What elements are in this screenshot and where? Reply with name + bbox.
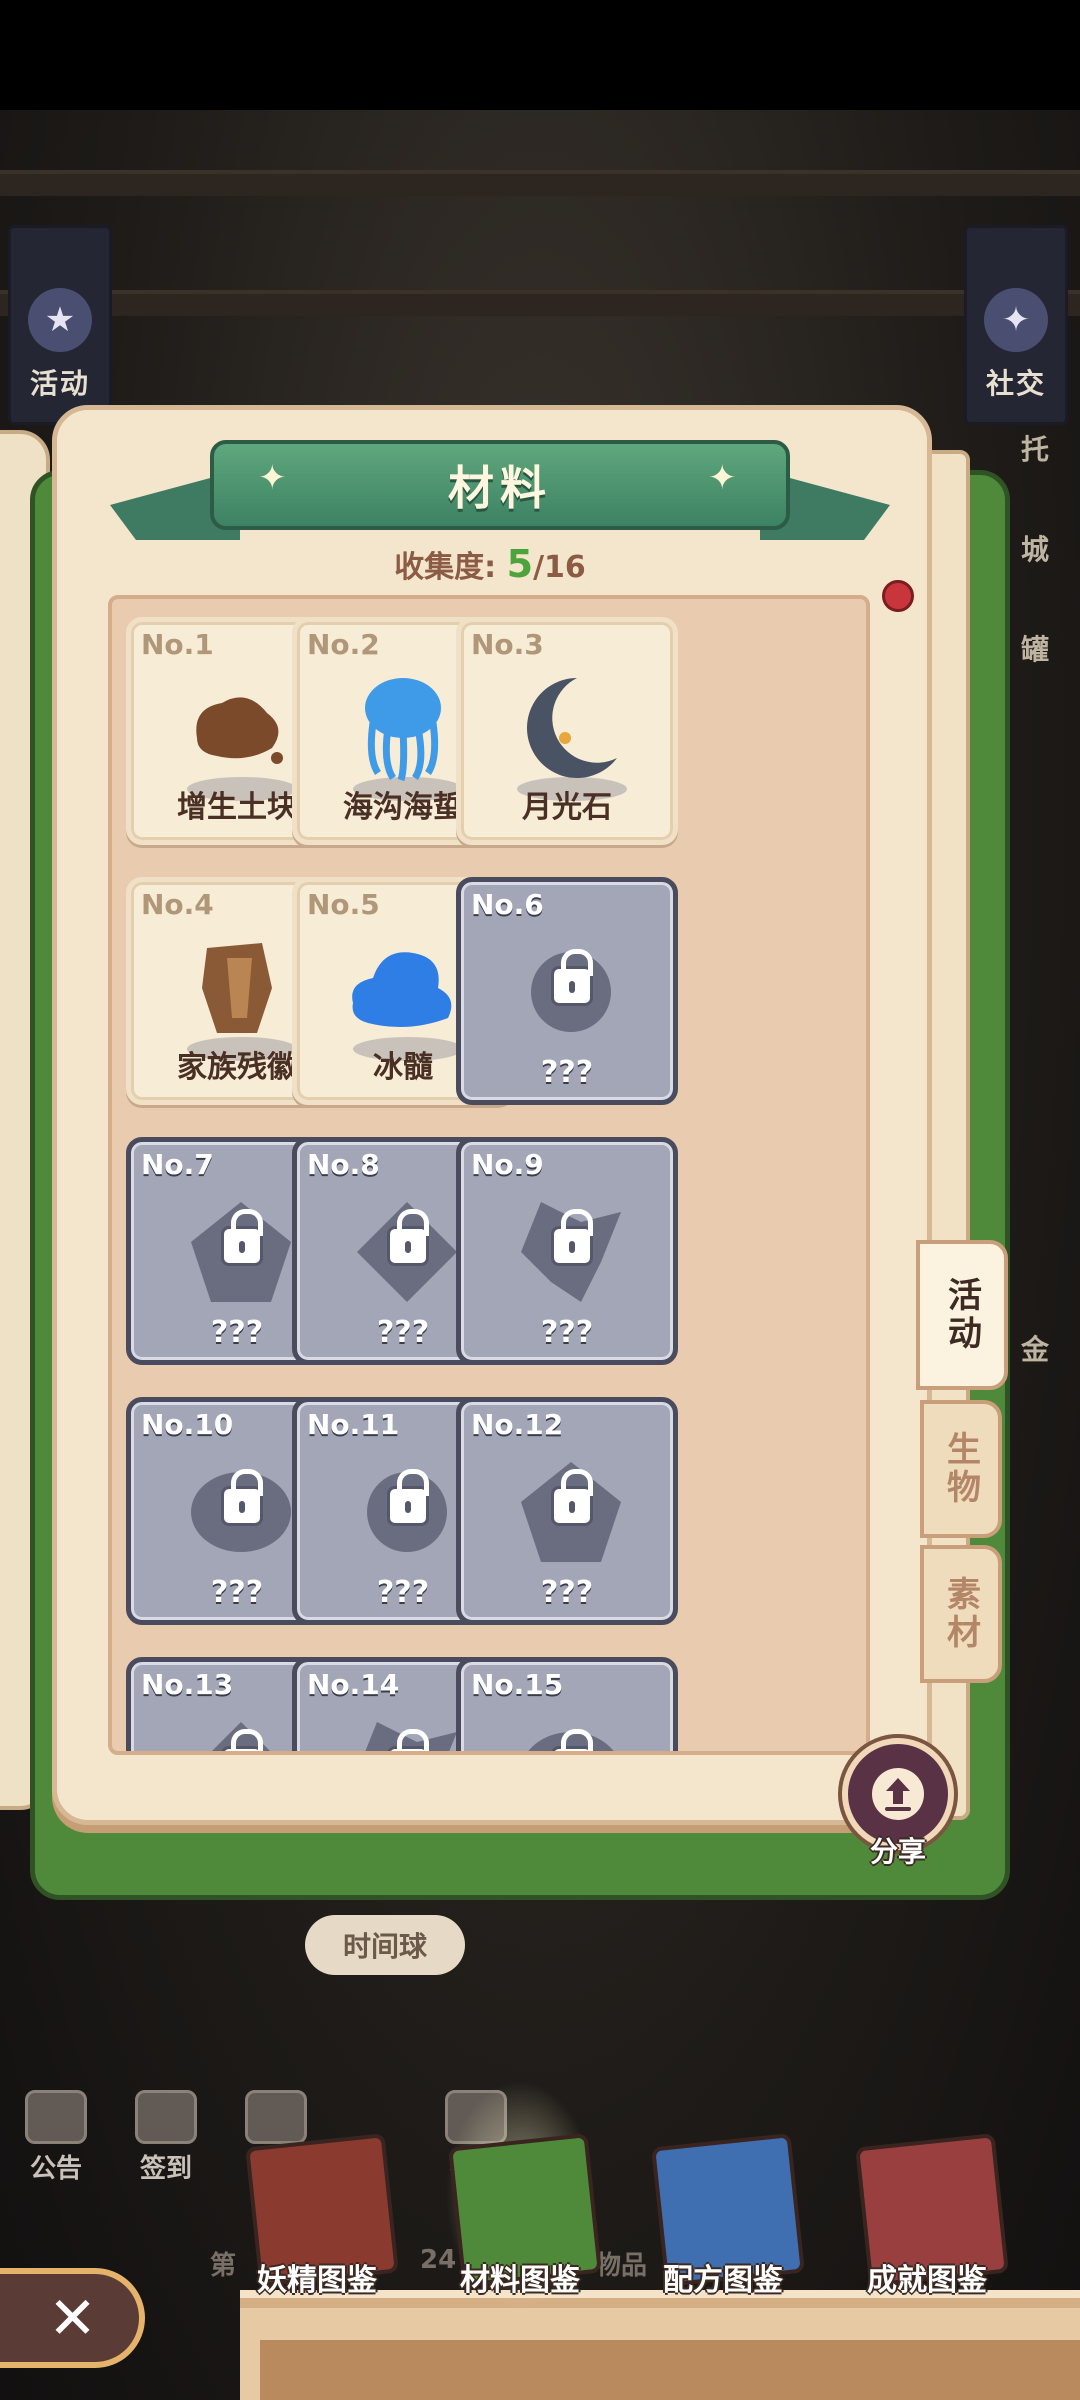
tab-creatures[interactable]: 生物: [920, 1400, 1002, 1538]
card-name: ???: [540, 1315, 594, 1350]
card-number: No.9: [471, 1148, 544, 1181]
card-number: No.2: [307, 628, 380, 661]
material-card-locked[interactable]: No.15: [456, 1657, 678, 1751]
nav-achievement-label[interactable]: 成就图鉴: [832, 2255, 1022, 2299]
material-card-locked[interactable]: No.6???: [456, 877, 678, 1105]
card-name: 月光石: [522, 790, 612, 825]
social-banner-label: 社交: [985, 367, 1046, 400]
menu-item-label: 公告: [29, 2154, 82, 2184]
social-icon: ✦: [984, 288, 1048, 352]
close-icon: ✕: [48, 2284, 97, 2352]
card-number: No.1: [141, 628, 214, 661]
social-banner-button[interactable]: ✦ 社交: [964, 225, 1068, 425]
tab-materials[interactable]: 素材: [920, 1545, 1002, 1683]
card-name: ???: [540, 1575, 594, 1610]
close-button[interactable]: ✕: [0, 2268, 145, 2368]
card-number: No.12: [471, 1408, 564, 1441]
lock-icon: [387, 1729, 429, 1751]
collection-progress: 收集度: 5/16: [0, 542, 980, 586]
card-number: No.14: [307, 1668, 400, 1701]
nav-fairy-label[interactable]: 妖精图鉴: [222, 2255, 412, 2299]
star-icon: ★: [28, 288, 92, 352]
notification-dot: [882, 580, 914, 612]
menu-item-announcement: 公告: [20, 2090, 92, 2185]
lock-icon: [551, 1729, 593, 1751]
sparkle-icon: ✦: [708, 458, 737, 498]
tab-activity[interactable]: 活动: [916, 1240, 1008, 1390]
material-grid: No.1 增生土块 No.2 海沟海蜇 No.3 月光石 No.4 家族残徽 No.5 冰髓 No.…: [108, 595, 870, 1755]
calendar-icon: [135, 2090, 197, 2144]
status-bar: [0, 0, 1080, 110]
collection-current: 5: [506, 542, 534, 586]
material-card-locked[interactable]: No.9???: [456, 1137, 678, 1365]
card-number: No.10: [141, 1408, 234, 1441]
castle-icon: [245, 2090, 307, 2144]
collection-total: /16: [533, 550, 586, 585]
card-number: No.3: [471, 628, 544, 661]
time-ball-label: 时间球: [305, 1915, 465, 1975]
lock-icon: [551, 1209, 593, 1266]
shelf-decor: [0, 290, 1080, 316]
card-number: No.5: [307, 888, 380, 921]
card-number: No.7: [141, 1148, 214, 1181]
lock-icon: [387, 1209, 429, 1266]
lock-icon: [221, 1729, 263, 1751]
card-number: No.13: [141, 1668, 234, 1701]
card-number: No.11: [307, 1408, 400, 1441]
lock-icon: [551, 1469, 593, 1526]
nav-material-label[interactable]: 材料图鉴: [425, 2255, 615, 2299]
share-icon: [872, 1768, 924, 1820]
material-card-locked[interactable]: No.12???: [456, 1397, 678, 1625]
title-ribbon: 材料 ✦ ✦: [110, 440, 890, 540]
page-title: 材料: [448, 461, 552, 515]
announcement-icon: [25, 2090, 87, 2144]
lock-icon: [551, 949, 593, 1006]
menu-item-checkin: 签到: [130, 2090, 202, 2185]
card-number: No.4: [141, 888, 214, 921]
card-name: ???: [540, 1055, 594, 1090]
card-number: No.15: [471, 1668, 564, 1701]
material-card[interactable]: No.3 月光石: [456, 617, 678, 845]
share-label: 分享: [869, 1835, 926, 1868]
moonstone-icon: [461, 668, 673, 788]
nav-recipe-label[interactable]: 配方图鉴: [628, 2255, 818, 2299]
collection-label: 收集度:: [394, 550, 497, 585]
lock-icon: [221, 1469, 263, 1526]
activity-banner-label: 活动: [29, 367, 90, 400]
bottom-shelf-front: [260, 2340, 1080, 2400]
sparkle-icon: ✦: [258, 458, 287, 498]
card-number: No.6: [471, 888, 544, 921]
lock-icon: [387, 1469, 429, 1526]
activity-banner-button[interactable]: ★ 活动: [8, 225, 112, 425]
ribbon-main: 材料: [210, 440, 790, 530]
card-number: No.8: [307, 1148, 380, 1181]
shelf-decor: [0, 170, 1080, 196]
lock-icon: [221, 1209, 263, 1266]
menu-item-label: 签到: [139, 2154, 192, 2184]
